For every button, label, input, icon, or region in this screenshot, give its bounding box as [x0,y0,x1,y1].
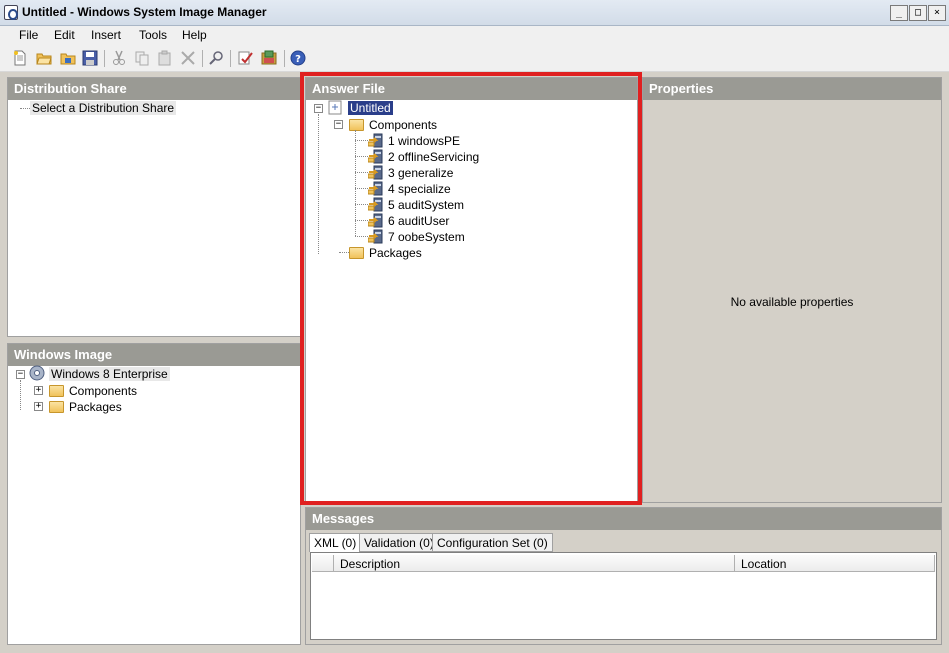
menu-insert[interactable]: Insert [91,28,121,42]
configuration-pass-item[interactable]: 1 windowsPE [388,134,460,148]
distribution-share-pane: Distribution Share Select a Distribution… [7,77,301,337]
packages-node[interactable]: Packages [369,246,422,260]
tab-xml[interactable]: XML (0) [309,533,362,552]
properties-header: Properties [643,78,941,100]
create-configuration-set-icon[interactable] [261,50,277,66]
tree-connector [20,108,30,109]
configuration-pass-icon [368,165,383,180]
help-icon[interactable]: ? [290,50,306,66]
new-answer-file-icon[interactable] [12,50,28,66]
toolbar-separator [284,50,285,67]
tree-connector [355,204,368,205]
open-distribution-share-icon[interactable] [60,50,76,66]
no-properties-text: No available properties [730,295,854,309]
tree-connector [20,380,21,410]
tree-connector [355,236,368,237]
maximize-button[interactable]: □ [909,5,927,21]
windows-image-packages[interactable]: Packages [69,400,122,414]
collapse-icon[interactable]: − [314,104,323,113]
validate-icon[interactable] [237,50,253,66]
answer-file-root[interactable]: Untitled [348,101,393,115]
menu-help[interactable]: Help [182,28,207,42]
open-answer-file-icon[interactable] [36,50,52,66]
column-header-select[interactable] [312,555,334,572]
windows-image-icon [29,365,45,381]
configuration-pass-item[interactable]: 7 oobeSystem [388,230,465,244]
windows-image-components[interactable]: Components [69,384,137,398]
toolbar: ? [0,46,949,72]
title-bar[interactable]: Untitled - Windows System Image Manager … [0,0,949,26]
windows-image-root[interactable]: Windows 8 Enterprise [49,367,170,381]
folder-icon [49,401,64,413]
tree-connector [339,252,349,253]
toolbar-separator [104,50,105,67]
configuration-pass-item[interactable]: 6 auditUser [388,214,449,228]
menu-file[interactable]: File [19,28,38,42]
select-distribution-share-item[interactable]: Select a Distribution Share [30,101,177,115]
app-icon [4,5,18,20]
windows-image-header: Windows Image [8,344,300,366]
answer-file-pane: Answer File − Untitled − Components 1 wi… [305,77,638,503]
answer-file-icon [328,100,342,115]
folder-icon [349,119,364,131]
search-icon[interactable] [208,50,224,66]
tab-validation[interactable]: Validation (0) [359,533,439,552]
folder-icon [49,385,64,397]
window-title: Untitled - Windows System Image Manager [22,5,267,19]
collapse-icon[interactable]: − [334,120,343,129]
components-node[interactable]: Components [369,118,437,132]
configuration-pass-icon [368,149,383,164]
expand-icon[interactable]: + [34,386,43,395]
cut-icon[interactable] [111,50,127,66]
toolbar-separator [202,50,203,67]
messages-header: Messages [306,508,941,530]
tree-connector [318,114,319,254]
tree-connector [355,220,368,221]
minimize-button[interactable]: _ [890,5,908,21]
svg-text:?: ? [295,54,301,65]
folder-icon [349,247,364,259]
toolbar-separator [230,50,231,67]
configuration-pass-item[interactable]: 5 auditSystem [388,198,464,212]
configuration-pass-icon [368,197,383,212]
configuration-pass-icon [368,229,383,244]
menu-edit[interactable]: Edit [54,28,75,42]
configuration-pass-icon [368,213,383,228]
configuration-pass-icon [368,133,383,148]
distribution-share-header: Distribution Share [8,78,300,100]
collapse-icon[interactable]: − [16,370,25,379]
tree-connector [355,156,368,157]
column-header-location[interactable]: Location [735,555,935,572]
configuration-pass-item[interactable]: 3 generalize [388,166,453,180]
menu-tools[interactable]: Tools [139,28,167,42]
tree-connector [355,140,368,141]
close-button[interactable]: × [928,5,946,21]
paste-icon[interactable] [157,50,173,66]
windows-image-pane: Windows Image − Windows 8 Enterprise + C… [7,343,301,645]
menu-bar: File Edit Insert Tools Help [0,26,949,46]
tab-configuration-set[interactable]: Configuration Set (0) [432,533,553,552]
copy-icon[interactable] [134,50,150,66]
properties-pane: Properties No available properties [642,77,942,503]
tree-connector [355,172,368,173]
delete-icon[interactable] [180,50,196,66]
column-header-description[interactable]: Description [334,555,735,572]
configuration-pass-item[interactable]: 2 offlineServicing [388,150,479,164]
answer-file-header: Answer File [306,78,637,100]
configuration-pass-item[interactable]: 4 specialize [388,182,451,196]
tree-connector [355,188,368,189]
expand-icon[interactable]: + [34,402,43,411]
save-icon[interactable] [82,50,98,66]
configuration-pass-icon [368,181,383,196]
